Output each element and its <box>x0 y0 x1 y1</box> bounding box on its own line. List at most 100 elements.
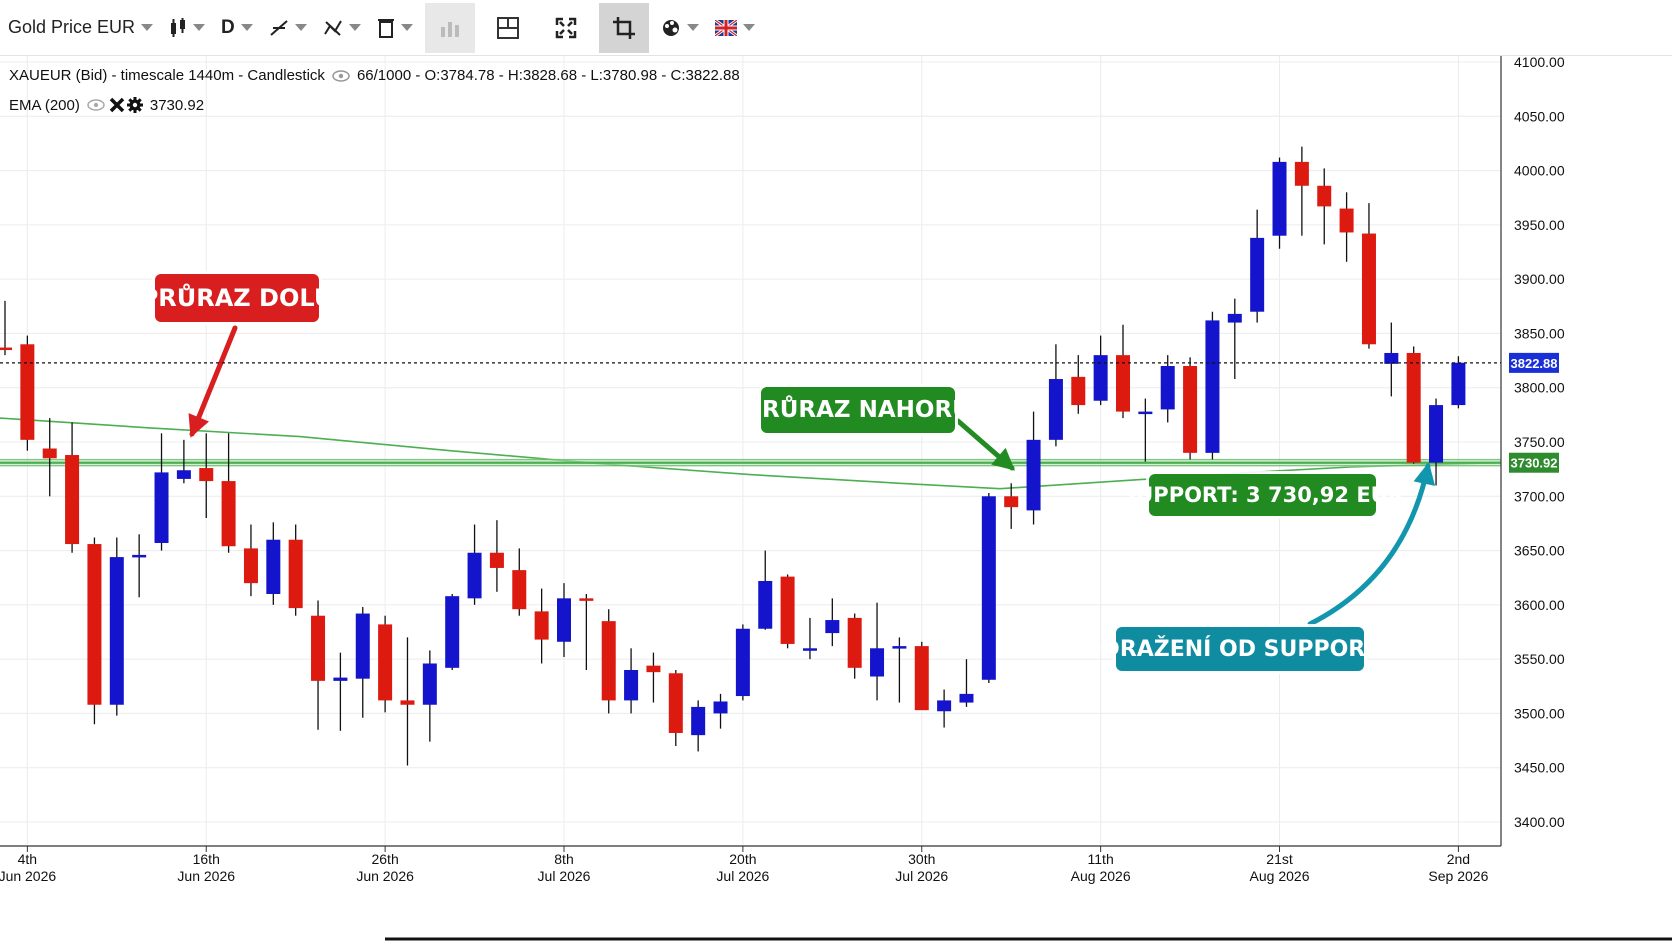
y-tick-label: 3850.00 <box>1514 325 1565 341</box>
eye-icon[interactable] <box>86 98 106 112</box>
indicators-icon <box>323 19 342 36</box>
candle-up <box>713 701 728 714</box>
candle-up <box>1205 320 1220 453</box>
x-tick-label: 8th <box>554 851 573 867</box>
fullscreen-button[interactable] <box>541 3 591 53</box>
candle-up <box>758 580 773 629</box>
candle-down <box>243 548 258 584</box>
breakout-callout: PRŮRAZ NAHORU <box>745 387 971 433</box>
candlestick-chart[interactable]: 4100.00 4050.00 4000.00 3950.00 3900.00 3850.… <box>0 54 1672 941</box>
candle-up <box>266 539 281 594</box>
candle-up <box>892 646 907 649</box>
candle-down <box>601 621 616 701</box>
layout-button[interactable] <box>483 3 533 53</box>
candle-up <box>937 700 952 712</box>
x-tick-label: Jul 2026 <box>895 868 948 884</box>
x-tick-label: 11th <box>1088 851 1114 867</box>
x-tick-label: 20th <box>729 851 756 867</box>
candle-down <box>1116 355 1130 412</box>
crop-button[interactable] <box>598 2 649 53</box>
candle-up <box>557 598 571 642</box>
breakdown-callout: PRŮRAZ DOLŮ <box>141 274 333 322</box>
delete-drawings-button[interactable] <box>369 2 421 54</box>
candle-up <box>802 648 817 651</box>
trash-icon <box>377 18 394 38</box>
candle-up <box>1048 379 1063 440</box>
y-tick-label: 3500.00 <box>1514 705 1565 721</box>
candle-up <box>154 472 169 543</box>
candle-down <box>579 598 594 601</box>
chevron-down-icon <box>240 24 253 31</box>
ema-info: EMA (200) 3730.92 <box>9 96 210 114</box>
x-tick-label: 2nd <box>1447 851 1470 867</box>
y-tick-label: 4100.00 <box>1514 56 1565 70</box>
candle-down <box>1361 233 1376 345</box>
x-tick-label: 30th <box>908 851 935 867</box>
y-tick-label: 3550.00 <box>1514 651 1565 667</box>
x-tick-label: Jun 2026 <box>0 868 56 884</box>
gear-icon[interactable] <box>126 96 144 114</box>
candle-up <box>1227 313 1242 323</box>
y-tick-label: 3450.00 <box>1514 760 1565 776</box>
y-axis: 4100.00 4050.00 4000.00 3950.00 3900.00 3850.… <box>1500 54 1565 846</box>
candle-down <box>0 347 12 351</box>
candle-up <box>176 470 191 479</box>
candle-up <box>1250 237 1265 312</box>
y-tick-label: 3400.00 <box>1514 814 1565 830</box>
candle-up <box>1026 439 1041 511</box>
candle-up <box>825 620 840 634</box>
candle-down <box>512 570 527 610</box>
candle-down <box>1004 496 1019 508</box>
candle-up <box>333 677 348 681</box>
crop-icon <box>612 16 635 39</box>
x-tick-label: Jun 2026 <box>177 868 235 884</box>
candlestick-type-icon <box>171 17 186 37</box>
y-tick-label: 3600.00 <box>1514 597 1565 613</box>
candle-down <box>378 624 393 701</box>
ema-name: EMA (200) <box>9 96 80 114</box>
x-tick-label: 4th <box>18 851 37 867</box>
x-tick-label: 21st <box>1266 851 1293 867</box>
candle-down <box>914 646 929 711</box>
candle-up <box>355 613 370 679</box>
candle-up <box>109 557 124 705</box>
theme-button[interactable] <box>653 2 707 54</box>
x-tick-label: 16th <box>193 851 220 867</box>
candle-down <box>1294 161 1309 186</box>
eye-icon[interactable] <box>331 69 351 83</box>
chevron-down-icon <box>193 24 206 31</box>
candle-up <box>1451 362 1466 406</box>
chevron-down-icon <box>141 24 154 31</box>
candle-up <box>467 552 482 599</box>
chevron-down-icon <box>686 24 699 31</box>
line-tool-icon <box>270 19 288 36</box>
symbol-selector[interactable]: Gold Price EUR <box>0 2 161 54</box>
y-tick-label: 3800.00 <box>1514 380 1565 396</box>
support-callout: SUPPORT: 3 730,92 EUR <box>1121 474 1404 516</box>
chart-area[interactable]: 4100.00 4050.00 4000.00 3950.00 3900.00 3850.… <box>0 54 1672 941</box>
candle-up <box>1093 355 1108 401</box>
candle-down <box>847 617 862 668</box>
candle-up <box>1384 352 1399 364</box>
y-tick-label: 3750.00 <box>1514 434 1565 450</box>
close-icon[interactable] <box>108 96 126 114</box>
line-tool-button[interactable] <box>261 2 315 54</box>
x-tick-label: Sep 2026 <box>1428 868 1488 884</box>
volume-button[interactable] <box>424 2 475 53</box>
timeframe-selector[interactable]: D <box>213 2 261 54</box>
x-tick-label: 26th <box>371 851 398 867</box>
candle-down <box>42 448 57 459</box>
ema-price-label: 3730.92 <box>1511 456 1558 471</box>
candle-up <box>981 496 996 680</box>
candle-down <box>400 700 415 705</box>
y-tick-label: 3950.00 <box>1514 217 1565 233</box>
candle-down <box>1317 185 1332 207</box>
language-selector[interactable] <box>707 2 763 54</box>
candle-down <box>288 539 303 609</box>
x-axis: 4thJun 202616thJun 202626thJun 20268thJu… <box>0 845 1672 941</box>
indicators-button[interactable] <box>315 2 369 54</box>
candle-up <box>624 670 639 701</box>
x-tick-label: Jul 2026 <box>716 868 769 884</box>
candle-up <box>1160 366 1175 410</box>
chart-type-button[interactable] <box>161 2 213 54</box>
